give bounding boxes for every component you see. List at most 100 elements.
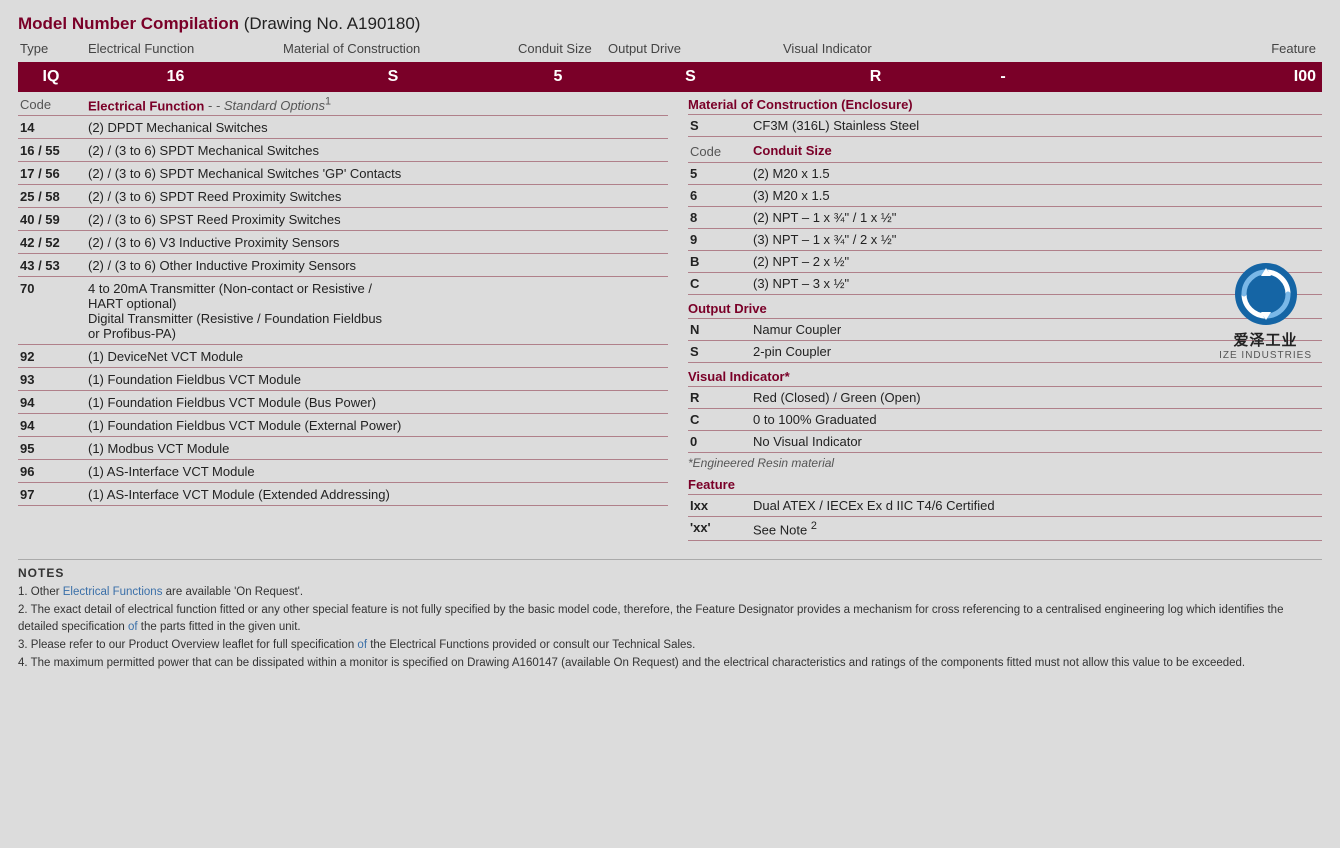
vis-desc-r: Red (Closed) / Green (Open): [753, 390, 1322, 405]
code-4252: 42 / 52: [18, 234, 88, 250]
desc-94a: (1) Foundation Fieldbus VCT Module (Bus …: [88, 394, 668, 410]
logo-sub: IZE INDUSTRIES: [1219, 350, 1312, 361]
title-bold: Model Number Compilation: [18, 14, 239, 33]
code-94b: 94: [18, 417, 88, 433]
conduit-code-label: Code: [688, 144, 753, 159]
logo-icon: [1234, 262, 1298, 326]
desc-97: (1) AS-Interface VCT Module (Extended Ad…: [88, 486, 668, 502]
feat-desc-xx: See Note 2: [753, 520, 1322, 537]
desc-4252: (2) / (3 to 6) V3 Inductive Proximity Se…: [88, 234, 668, 250]
table-row: 93 (1) Foundation Fieldbus VCT Module: [18, 368, 668, 391]
table-row: 5 (2) M20 x 1.5: [688, 163, 1322, 185]
table-row: 43 / 53 (2) / (3 to 6) Other Inductive P…: [18, 254, 668, 277]
elec-subtitle-italic: - Standard Options: [216, 98, 325, 113]
desc-2558: (2) / (3 to 6) SPDT Reed Proximity Switc…: [88, 188, 668, 204]
table-row: 6 (3) M20 x 1.5: [688, 185, 1322, 207]
out-code-n: N: [688, 322, 753, 337]
table-row: 40 / 59 (2) / (3 to 6) SPST Reed Proximi…: [18, 208, 668, 231]
cond-code-c: C: [688, 276, 753, 291]
title-normal: (Drawing No. A190180): [244, 14, 421, 33]
col-label-visual: Visual Indicator: [783, 41, 978, 56]
table-row: 8 (2) NPT – 1 x ¾" / 1 x ½": [688, 207, 1322, 229]
model-feature: I00: [1033, 68, 1322, 86]
note-1: 1. Other Electrical Functions are availa…: [18, 584, 1322, 600]
out-code-s: S: [688, 344, 753, 359]
feat-code-ixx: Ixx: [688, 498, 753, 513]
desc-94b: (1) Foundation Fieldbus VCT Module (Exte…: [88, 417, 668, 433]
table-row: 96 (1) AS-Interface VCT Module: [18, 460, 668, 483]
table-row: C 0 to 100% Graduated: [688, 409, 1322, 431]
vis-code-r: R: [688, 390, 753, 405]
desc-1756: (2) / (3 to 6) SPDT Mechanical Switches …: [88, 165, 668, 181]
col-label-output: Output Drive: [608, 41, 783, 56]
note-3: 3. Please refer to our Product Overview …: [18, 637, 1322, 653]
cond-code-8: 8: [688, 210, 753, 225]
model-material: S: [273, 68, 513, 86]
code-95: 95: [18, 440, 88, 456]
feature-section-title: Feature: [688, 473, 1322, 494]
model-conduit: 5: [513, 68, 603, 86]
elec-sup: 1: [325, 96, 331, 108]
table-row: 17 / 56 (2) / (3 to 6) SPDT Mechanical S…: [18, 162, 668, 185]
model-dash: -: [973, 68, 1033, 86]
right-panel: Material of Construction (Enclosure) S C…: [678, 92, 1322, 541]
desc-4353: (2) / (3 to 6) Other Inductive Proximity…: [88, 257, 668, 273]
col-label-material: Material of Construction: [278, 41, 518, 56]
table-row: 25 / 58 (2) / (3 to 6) SPDT Reed Proximi…: [18, 185, 668, 208]
code-2558: 25 / 58: [18, 188, 88, 204]
mat-desc-s: CF3M (316L) Stainless Steel: [753, 118, 1322, 133]
cond-code-9: 9: [688, 232, 753, 247]
feat-desc-ixx: Dual ATEX / IECEx Ex d IIC T4/6 Certifie…: [753, 498, 1322, 513]
note-4: 4. The maximum permitted power that can …: [18, 655, 1322, 671]
desc-14: (2) DPDT Mechanical Switches: [88, 119, 668, 135]
table-row: 42 / 52 (2) / (3 to 6) V3 Inductive Prox…: [18, 231, 668, 254]
table-row: Ixx Dual ATEX / IECEx Ex d IIC T4/6 Cert…: [688, 495, 1322, 517]
code-4353: 43 / 53: [18, 257, 88, 273]
desc-70: 4 to 20mA Transmitter (Non-contact or Re…: [88, 280, 668, 341]
table-row: S CF3M (316L) Stainless Steel: [688, 115, 1322, 137]
table-row: 97 (1) AS-Interface VCT Module (Extended…: [18, 483, 668, 506]
desc-92: (1) DeviceNet VCT Module: [88, 348, 668, 364]
code-93: 93: [18, 371, 88, 387]
code-92: 92: [18, 348, 88, 364]
cond-desc-9: (3) NPT – 1 x ¾" / 2 x ½": [753, 232, 1322, 247]
table-row: 9 (3) NPT – 1 x ¾" / 2 x ½": [688, 229, 1322, 251]
page: Model Number Compilation (Drawing No. A1…: [0, 0, 1340, 848]
material-section-title: Material of Construction (Enclosure): [688, 92, 1322, 114]
col-label-conduit: Conduit Size: [518, 41, 608, 56]
code-14: 14: [18, 119, 88, 135]
model-output: S: [603, 68, 778, 86]
table-row: 0 No Visual Indicator: [688, 431, 1322, 453]
table-row: 94 (1) Foundation Fieldbus VCT Module (E…: [18, 414, 668, 437]
vis-desc-c: 0 to 100% Graduated: [753, 412, 1322, 427]
table-row: 16 / 55 (2) / (3 to 6) SPDT Mechanical S…: [18, 139, 668, 162]
code-96: 96: [18, 463, 88, 479]
col-label-type: Type: [18, 41, 78, 56]
logo-company: 爱泽工业: [1234, 329, 1298, 350]
table-row: 92 (1) DeviceNet VCT Module: [18, 345, 668, 368]
table-row: 14 (2) DPDT Mechanical Switches: [18, 116, 668, 139]
desc-93: (1) Foundation Fieldbus VCT Module: [88, 371, 668, 387]
desc-4059: (2) / (3 to 6) SPST Reed Proximity Switc…: [88, 211, 668, 227]
page-title: Model Number Compilation (Drawing No. A1…: [18, 14, 1322, 34]
note-2: 2. The exact detail of electrical functi…: [18, 602, 1322, 634]
code-1655: 16 / 55: [18, 142, 88, 158]
logo-area: 爱泽工业 IZE INDUSTRIES: [1219, 262, 1312, 361]
desc-95: (1) Modbus VCT Module: [88, 440, 668, 456]
code-97: 97: [18, 486, 88, 502]
code-70: 70: [18, 280, 88, 296]
vis-desc-0: No Visual Indicator: [753, 434, 1322, 449]
conduit-header-row: Code Conduit Size: [688, 137, 1322, 162]
col-label-electrical: Electrical Function: [78, 41, 278, 56]
desc-96: (1) AS-Interface VCT Module: [88, 463, 668, 479]
code-4059: 40 / 59: [18, 211, 88, 227]
model-type: IQ: [18, 68, 78, 86]
cond-desc-6: (3) M20 x 1.5: [753, 188, 1322, 203]
feat-code-xx: 'xx': [688, 520, 753, 535]
vis-code-0: 0: [688, 434, 753, 449]
elec-title-bold: Electrical Function: [88, 98, 204, 113]
visual-section-title: Visual Indicator*: [688, 363, 1322, 386]
elec-section-header-row: Code Electrical Function - - Standard Op…: [18, 92, 668, 115]
table-row: R Red (Closed) / Green (Open): [688, 387, 1322, 409]
notes-section: NOTES 1. Other Electrical Functions are …: [18, 559, 1322, 670]
